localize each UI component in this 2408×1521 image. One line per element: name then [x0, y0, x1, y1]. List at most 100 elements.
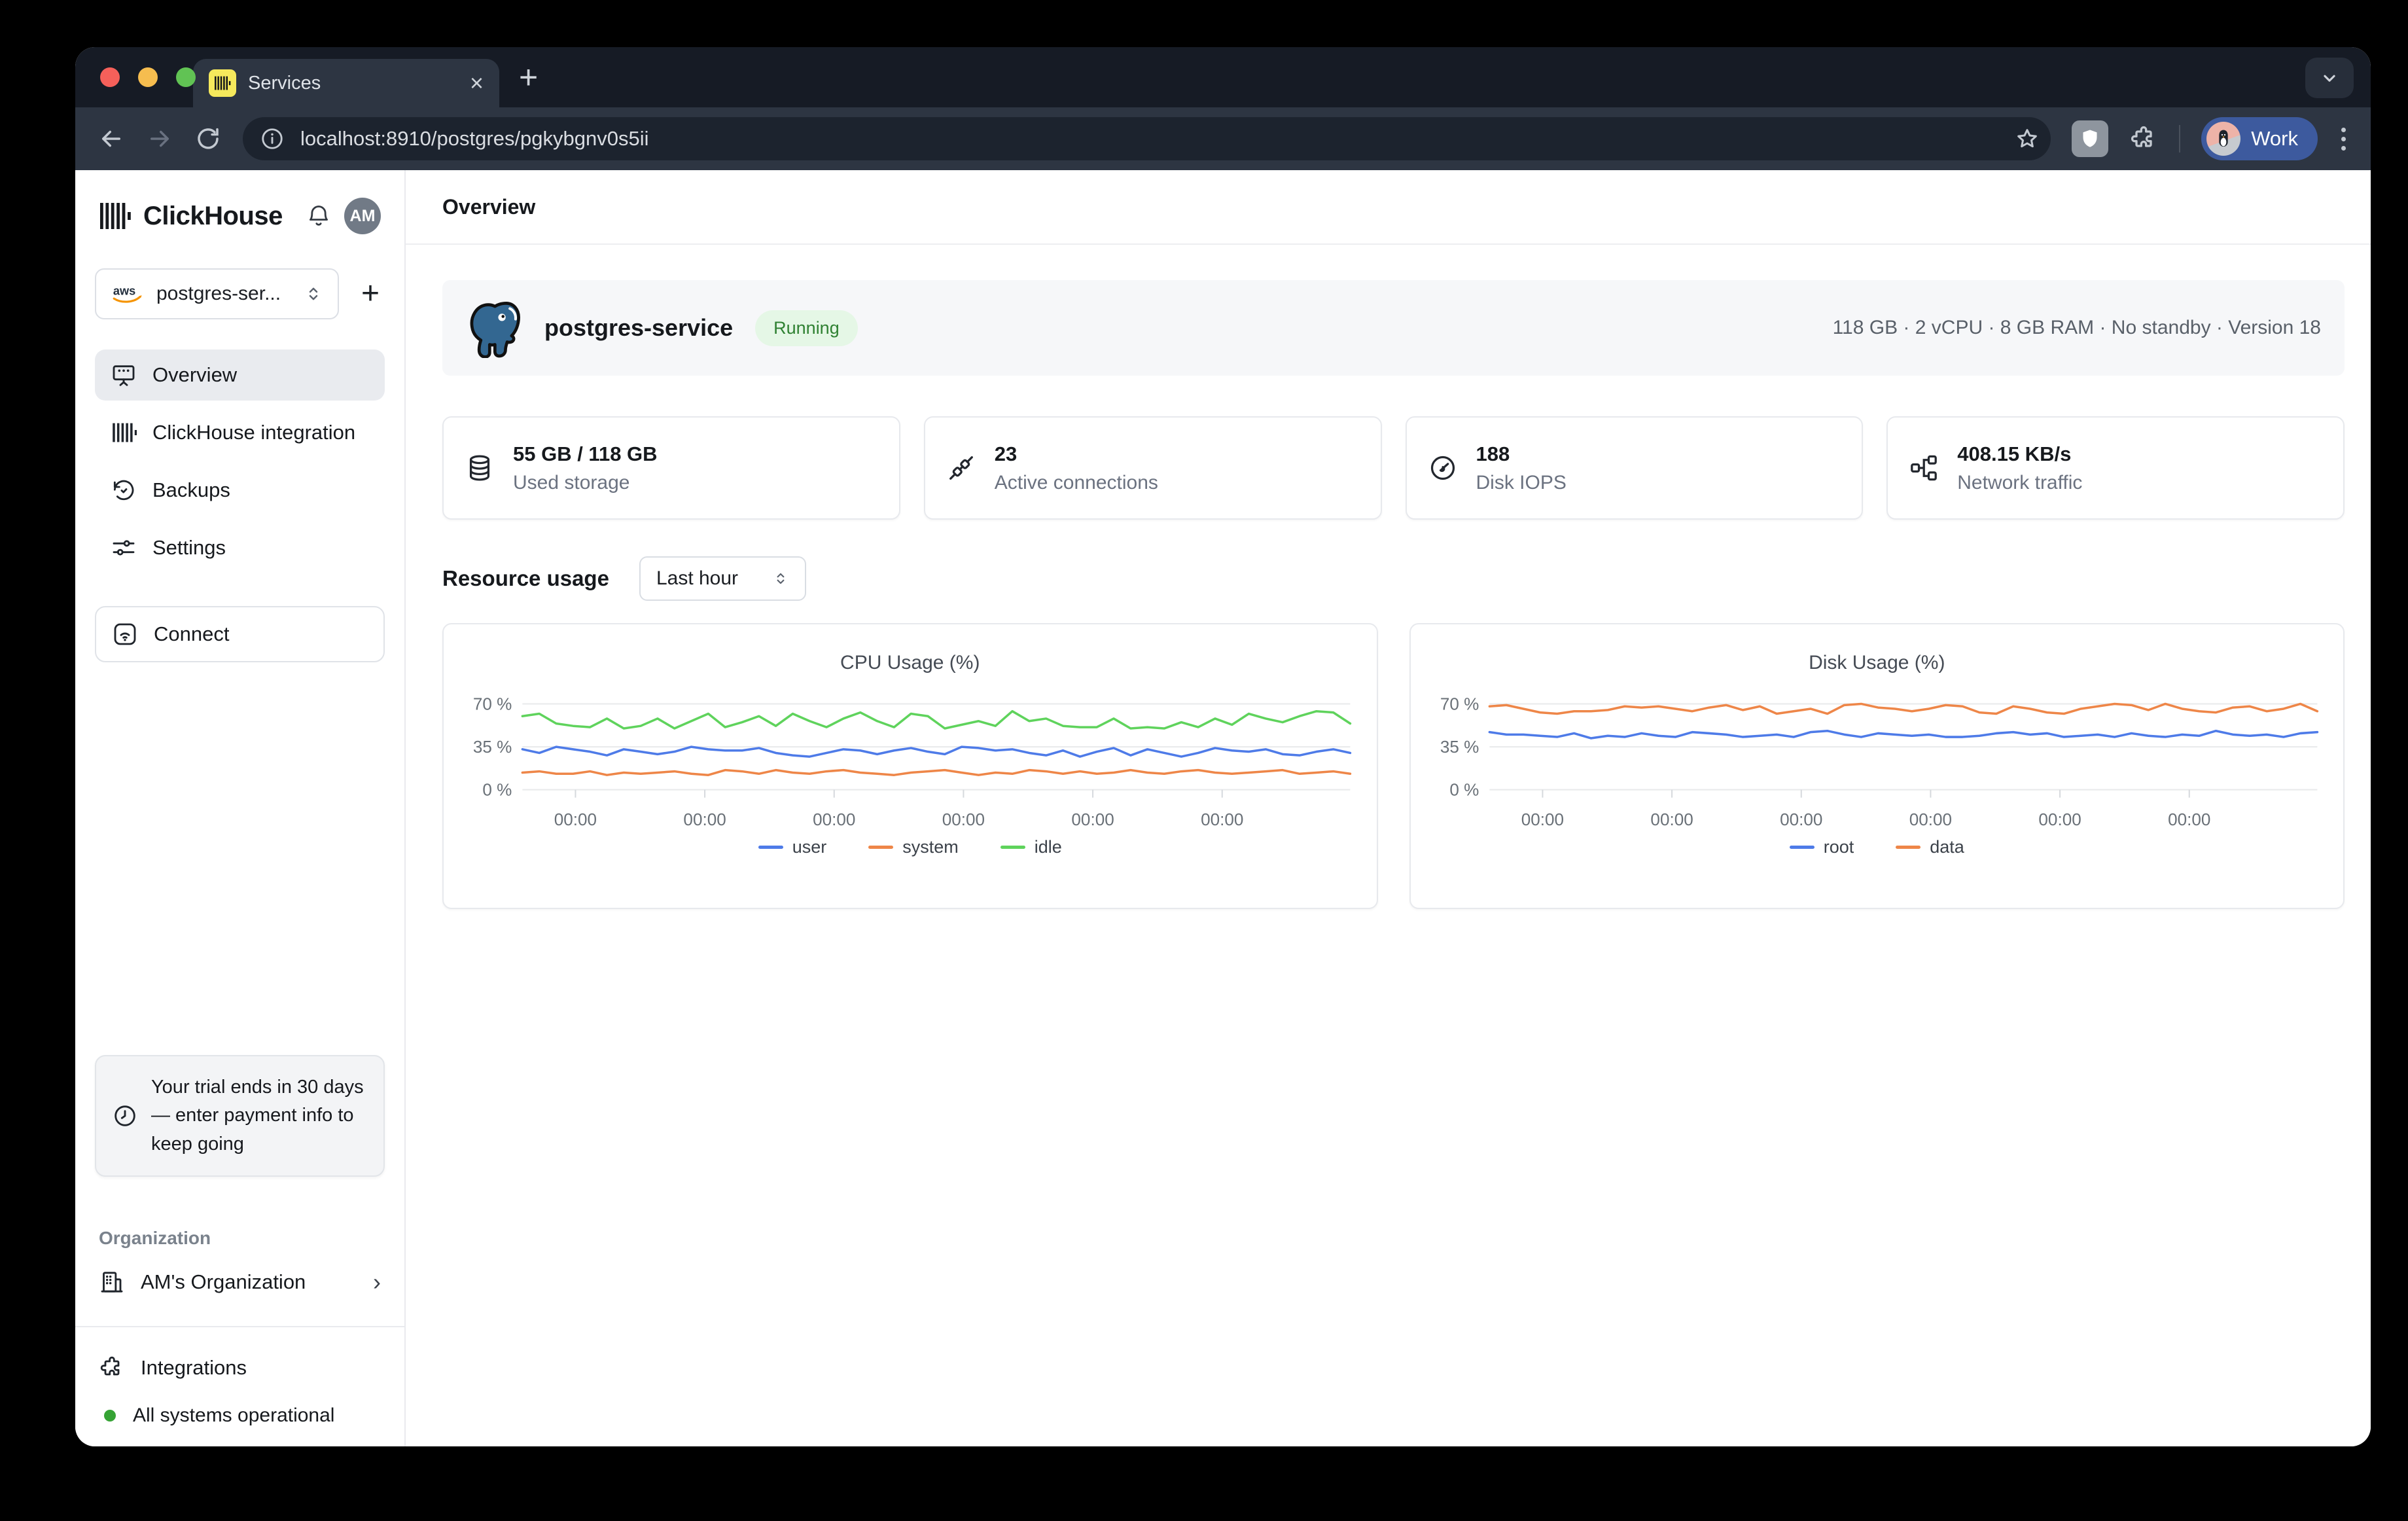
extensions-puzzle-icon[interactable] — [2129, 124, 2158, 153]
chevron-down-icon — [2318, 67, 2341, 89]
system-status-link[interactable]: All systems operational — [95, 1405, 385, 1427]
legend-swatch — [1790, 846, 1815, 849]
resource-usage-row: Resource usage Last hour — [442, 556, 2345, 601]
select-updown-icon — [772, 570, 789, 587]
svg-text:00:00: 00:00 — [813, 810, 855, 829]
chevron-right-icon: › — [373, 1268, 381, 1296]
reload-icon[interactable] — [194, 125, 222, 152]
trial-notice: Your trial ends in 30 days — enter payme… — [95, 1055, 385, 1177]
svg-text:00:00: 00:00 — [1909, 810, 1951, 829]
minimize-window-button[interactable] — [138, 67, 158, 87]
svg-text:0 %: 0 % — [1449, 780, 1479, 800]
network-icon — [1909, 453, 1939, 483]
browser-toolbar: localhost:8910/postgres/pgkybgnv0s5ii Wo… — [75, 107, 2371, 170]
browser-window: Services × + localhost:8910/postgres/pgk… — [75, 47, 2371, 1446]
profile-label: Work — [2251, 127, 2298, 151]
shield-extension-icon[interactable] — [2072, 120, 2108, 157]
address-bar[interactable]: localhost:8910/postgres/pgkybgnv0s5ii — [243, 117, 2051, 160]
tab-services[interactable]: Services × — [193, 59, 499, 107]
legend-item-data[interactable]: data — [1896, 837, 1964, 857]
integrations-label: Integrations — [141, 1356, 247, 1380]
sidebar-item-overview[interactable]: Overview — [95, 349, 385, 401]
add-service-button[interactable]: + — [356, 278, 385, 310]
brand-name: ClickHouse — [143, 202, 283, 231]
browser-menu-icon[interactable] — [2339, 125, 2348, 153]
status-text: All systems operational — [133, 1405, 334, 1427]
service-specs: 118 GB · 2 vCPU · 8 GB RAM · No standby … — [1833, 317, 2321, 339]
notifications-bell-icon[interactable] — [305, 202, 332, 230]
tab-strip: Services × + — [75, 47, 2371, 107]
close-tab-icon[interactable]: × — [470, 71, 484, 95]
backups-history-icon — [111, 477, 137, 503]
sidebar-item-settings[interactable]: Settings — [95, 522, 385, 573]
svg-text:00:00: 00:00 — [1650, 810, 1693, 829]
back-icon[interactable] — [97, 125, 125, 152]
cpu-usage-chart: CPU Usage (%) 0 %35 %70 %00:0000:0000:00… — [442, 623, 1378, 909]
profile-button[interactable]: Work — [2201, 117, 2318, 160]
forward-icon[interactable] — [146, 125, 173, 152]
service-selector[interactable]: aws postgres-ser... — [95, 268, 339, 319]
user-avatar[interactable]: AM — [344, 198, 381, 234]
stat-label: Active connections — [995, 472, 1158, 494]
connect-button[interactable]: Connect — [95, 606, 385, 662]
legend-swatch — [758, 846, 783, 849]
database-icon — [465, 453, 495, 483]
site-info-icon[interactable] — [260, 126, 285, 151]
legend-item-root[interactable]: root — [1790, 837, 1854, 857]
new-tab-button[interactable]: + — [519, 61, 538, 94]
tab-title: Services — [248, 73, 321, 94]
stat-value: 23 — [995, 442, 1158, 466]
cpu-usage-plot: 0 %35 %70 %00:0000:0000:0000:0000:0000:0… — [463, 678, 1357, 834]
organization-row[interactable]: AM's Organization › — [95, 1268, 385, 1296]
svg-text:aws: aws — [113, 284, 135, 297]
app-content: ClickHouse AM aws postgres-ser... — [75, 170, 2371, 1446]
integrations-link[interactable]: Integrations — [95, 1355, 385, 1381]
time-range-select[interactable]: Last hour — [639, 556, 806, 601]
svg-text:70 %: 70 % — [1440, 694, 1478, 714]
legend-swatch — [1896, 846, 1921, 849]
service-selector-row: aws postgres-ser... + — [95, 268, 385, 319]
chart-legend: root data — [1430, 837, 2324, 857]
stat-value: 408.15 KB/s — [1957, 442, 2082, 466]
close-window-button[interactable] — [100, 67, 120, 87]
legend-item-system[interactable]: system — [868, 837, 959, 857]
legend-swatch — [1000, 846, 1025, 849]
sidebar-item-label: Settings — [152, 536, 226, 560]
legend-item-idle[interactable]: idle — [1000, 837, 1062, 857]
puzzle-icon — [99, 1355, 125, 1381]
status-dot — [104, 1410, 116, 1422]
stat-label: Network traffic — [1957, 472, 2082, 494]
svg-text:0 %: 0 % — [482, 780, 512, 800]
sidebar-item-clickhouse-integration[interactable]: ClickHouse integration — [95, 407, 385, 458]
postgresql-logo-icon — [466, 298, 522, 358]
stat-card-used-storage: 55 GB / 118 GB Used storage — [442, 416, 900, 520]
svg-text:00:00: 00:00 — [2038, 810, 2081, 829]
svg-text:00:00: 00:00 — [2168, 810, 2210, 829]
chart-title: CPU Usage (%) — [463, 652, 1357, 674]
disk-usage-chart: Disk Usage (%) 0 %35 %70 %00:0000:0000:0… — [1409, 623, 2345, 909]
bookmark-star-icon[interactable] — [2014, 126, 2040, 152]
connect-icon — [112, 621, 138, 647]
settings-sliders-icon — [111, 535, 137, 561]
service-banner: postgres-service Running 118 GB · 2 vCPU… — [442, 280, 2345, 376]
stat-card-disk-iops: 188 Disk IOPS — [1406, 416, 1864, 520]
zoom-window-button[interactable] — [176, 67, 196, 87]
stat-card-network-traffic: 408.15 KB/s Network traffic — [1886, 416, 2345, 520]
legend-item-user[interactable]: user — [758, 837, 827, 857]
tab-search-button[interactable] — [2305, 58, 2354, 98]
charts-row: CPU Usage (%) 0 % 35 % 70 % 00:00 00:00 00:00… — [442, 623, 2345, 909]
profile-avatar — [2206, 122, 2240, 156]
legend-swatch — [868, 846, 893, 849]
svg-text:00:00: 00:00 — [1780, 810, 1822, 829]
sidebar-item-label: Backups — [152, 478, 230, 502]
organization-name: AM's Organization — [141, 1270, 306, 1294]
page-title: Overview — [406, 170, 2371, 245]
svg-text:35 %: 35 % — [473, 737, 512, 757]
chart-title: Disk Usage (%) — [1430, 652, 2324, 674]
sidebar: ClickHouse AM aws postgres-ser... — [75, 170, 406, 1446]
svg-text:70 %: 70 % — [473, 694, 512, 714]
sidebar-item-backups[interactable]: Backups — [95, 465, 385, 516]
svg-text:00:00: 00:00 — [1201, 810, 1243, 829]
organization-section-label: Organization — [95, 1228, 385, 1249]
stat-value: 55 GB / 118 GB — [513, 442, 658, 466]
